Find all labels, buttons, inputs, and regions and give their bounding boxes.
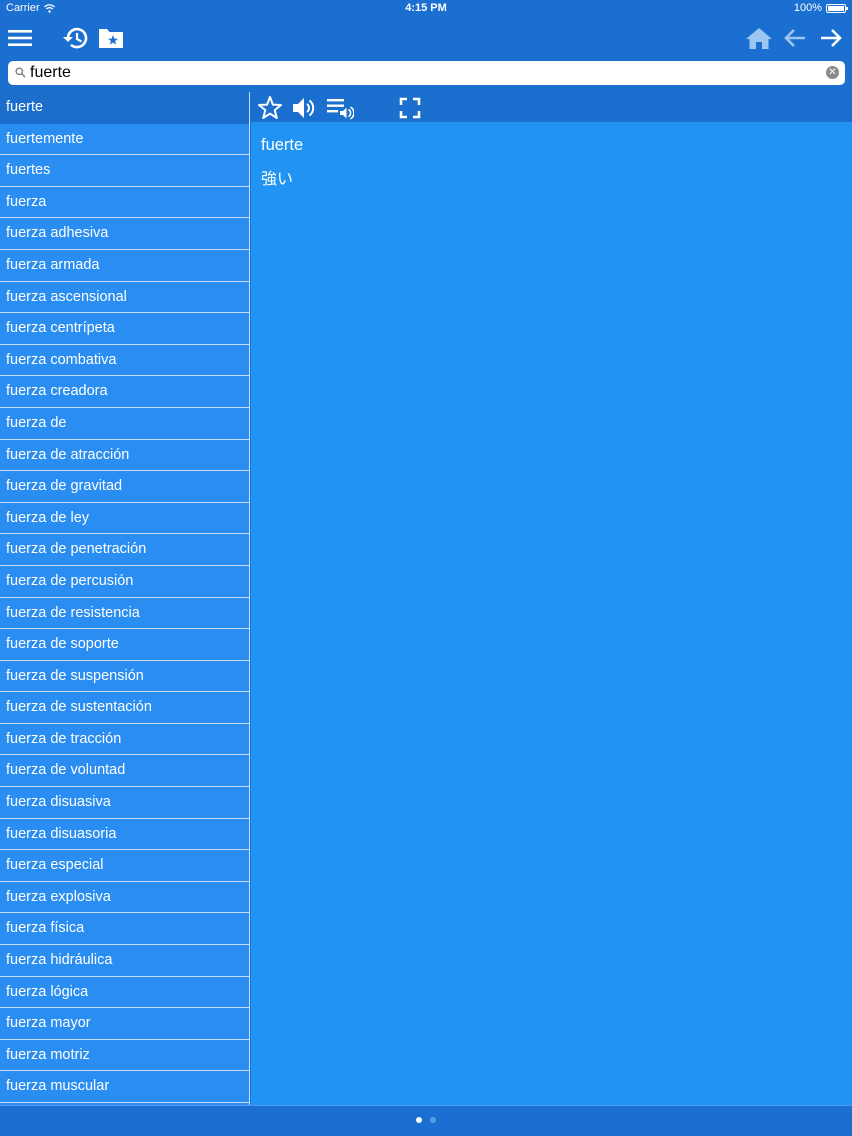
playlist-audio-icon <box>327 99 354 120</box>
forward-arrow-icon <box>821 29 842 47</box>
list-item[interactable]: fuerza especial <box>0 850 249 882</box>
list-item[interactable]: fuerza hidráulica <box>0 945 249 977</box>
battery-icon <box>826 3 848 13</box>
list-item[interactable]: fuerza de <box>0 408 249 440</box>
bottom-bar <box>0 1105 852 1136</box>
home-icon <box>746 28 772 49</box>
back-arrow-icon <box>784 29 805 47</box>
list-item[interactable]: fuerza adhesiva <box>0 218 249 250</box>
page-dot[interactable] <box>430 1117 436 1123</box>
list-item[interactable]: fuerza creadora <box>0 376 249 408</box>
list-item[interactable]: fuerza de percusión <box>0 566 249 598</box>
star-icon <box>258 96 282 119</box>
history-icon <box>63 27 88 49</box>
search-icon <box>15 67 26 78</box>
list-item[interactable]: fuerte <box>0 92 249 124</box>
home-button[interactable] <box>743 22 775 54</box>
list-item[interactable]: fuerza motriz <box>0 1040 249 1072</box>
list-item[interactable]: fuerza de soporte <box>0 629 249 661</box>
list-item[interactable]: fuerza de tracción <box>0 724 249 756</box>
search-input[interactable] <box>30 62 825 84</box>
detail-translation: 強い <box>261 169 294 188</box>
list-item[interactable]: fuerza de penetración <box>0 534 249 566</box>
page-indicator[interactable] <box>0 1117 852 1123</box>
back-button[interactable] <box>779 22 811 54</box>
list-item[interactable]: fuerza armada <box>0 250 249 282</box>
list-item[interactable]: fuerza combativa <box>0 345 249 377</box>
list-item[interactable]: fuertemente <box>0 124 249 156</box>
clear-search-button[interactable]: ✕ <box>826 66 839 79</box>
list-item[interactable]: fuerza <box>0 187 249 219</box>
list-item[interactable]: fuerza de suspensión <box>0 661 249 693</box>
list-item[interactable]: fuerza de gravitad <box>0 471 249 503</box>
status-bar: Carrier 4:15 PM 100% <box>0 0 852 18</box>
favorites-folder-icon <box>99 29 123 48</box>
battery-indicator: 100% <box>793 2 848 14</box>
status-time: 4:15 PM <box>405 2 447 14</box>
close-icon: ✕ <box>828 67 837 78</box>
page-dot[interactable] <box>416 1117 422 1123</box>
forward-button[interactable] <box>815 22 847 54</box>
list-item[interactable]: fuerza disuasiva <box>0 787 249 819</box>
history-button[interactable] <box>59 22 91 54</box>
favorite-button[interactable] <box>256 94 284 122</box>
list-item[interactable]: fuerza ascensional <box>0 282 249 314</box>
list-item[interactable]: fuerza mayor <box>0 1008 249 1040</box>
list-item[interactable]: fuertes <box>0 155 249 187</box>
detail-headword: fuerte <box>261 136 304 154</box>
list-item[interactable]: fuerza física <box>0 913 249 946</box>
favorites-button[interactable] <box>95 22 127 54</box>
list-item[interactable]: fuerza de ley <box>0 503 249 535</box>
list-item[interactable]: fuerza de atracción <box>0 440 249 472</box>
word-list[interactable]: fuerte fuertemente fuertes fuerza fuerza adh… <box>0 92 250 1105</box>
list-item[interactable]: fuerza lógica <box>0 977 249 1009</box>
detail-toolbar <box>251 92 852 122</box>
menu-button[interactable] <box>4 22 36 54</box>
search-bar: ✕ <box>8 61 845 85</box>
detail-pane: fuerte 強い <box>251 92 852 1105</box>
fullscreen-icon <box>399 97 421 119</box>
pronounce-button[interactable] <box>290 94 318 122</box>
speaker-icon <box>293 98 315 118</box>
list-item[interactable]: fuerza de voluntad <box>0 755 249 788</box>
list-item[interactable]: fuerza explosiva <box>0 882 249 914</box>
list-item[interactable]: fuerza disuasoria <box>0 819 249 851</box>
battery-percent: 100% <box>793 2 822 14</box>
menu-icon <box>8 30 32 46</box>
playlist-audio-button[interactable] <box>326 94 354 122</box>
list-item[interactable]: fuerza de resistencia <box>0 598 249 630</box>
list-item[interactable]: fuerza muscular <box>0 1071 249 1103</box>
list-item[interactable]: fuerza centrípeta <box>0 313 249 345</box>
fullscreen-button[interactable] <box>396 94 424 122</box>
list-item[interactable]: fuerza de sustentación <box>0 692 249 724</box>
top-toolbar <box>0 18 852 58</box>
